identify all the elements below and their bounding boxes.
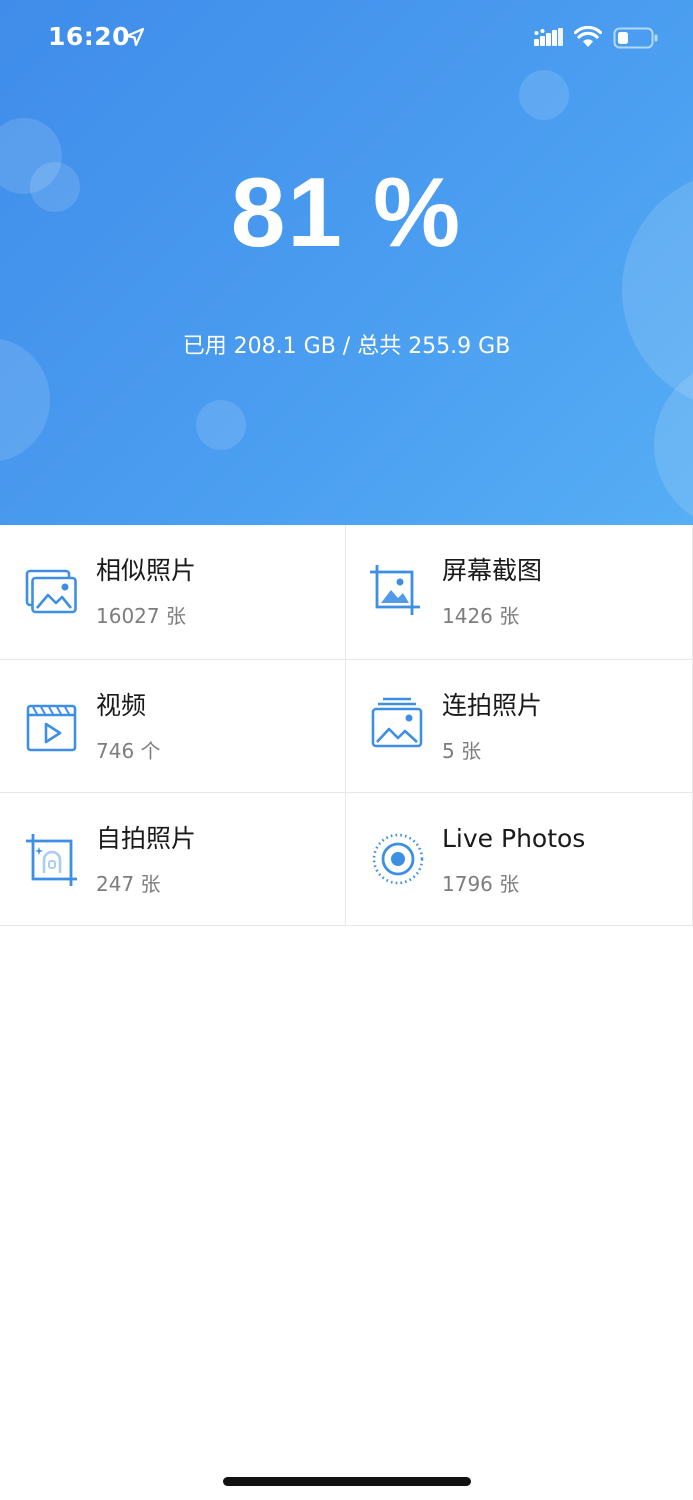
wifi-icon: [574, 26, 602, 47]
category-live-photos[interactable]: Live Photos 1796 张: [346, 793, 693, 925]
burst-photos-icon: [371, 697, 423, 748]
category-burst-photos[interactable]: 连拍照片 5 张: [346, 660, 693, 792]
category-count: 247 张: [96, 872, 161, 896]
video-icon: [26, 704, 77, 752]
screenshot-icon: [370, 565, 420, 615]
live-photos-icon: [372, 833, 424, 885]
location-arrow-icon: [125, 27, 145, 47]
category-similar-photos[interactable]: 相似照片 16027 张: [0, 525, 346, 659]
category-count: 5 张: [442, 739, 482, 763]
storage-usage-text: 已用 208.1 GB / 总共 255.9 GB: [182, 334, 511, 359]
category-count: 746 个: [96, 739, 161, 763]
decor-bubble: [196, 400, 246, 450]
storage-header: 16:20 81 % 已用 208.1 GB / 总共 255.9 GB: [0, 0, 693, 525]
category-row: 自拍照片 247 张 Live Photos 1796 张: [0, 792, 693, 925]
selfie-icon: [26, 834, 77, 886]
category-title: Live Photos: [442, 824, 586, 853]
category-count: 1426 张: [442, 604, 520, 628]
category-screenshots[interactable]: 屏幕截图 1426 张: [346, 525, 693, 659]
category-title: 相似照片: [96, 556, 197, 585]
category-title: 自拍照片: [96, 824, 197, 853]
category-grid: 相似照片 16027 张 屏幕截图 1426 张 视频 746 个 连拍照片 5…: [0, 525, 693, 926]
status-time: 16:20: [48, 22, 131, 51]
status-bar: 16:20: [0, 0, 693, 80]
category-title: 屏幕截图: [442, 556, 543, 585]
category-row: 相似照片 16027 张 屏幕截图 1426 张: [0, 525, 693, 659]
category-title: 视频: [96, 691, 147, 720]
category-videos[interactable]: 视频 746 个: [0, 660, 346, 792]
category-selfies[interactable]: 自拍照片 247 张: [0, 793, 346, 925]
similar-photos-icon: [25, 569, 77, 614]
category-count: 16027 张: [96, 604, 186, 628]
cellular-signal-icon: [534, 28, 563, 46]
category-title: 连拍照片: [442, 691, 543, 720]
battery-icon: [613, 27, 658, 49]
storage-percent: 81 %: [230, 157, 463, 267]
category-row: 视频 746 个 连拍照片 5 张: [0, 659, 693, 792]
home-indicator[interactable]: [223, 1477, 471, 1486]
category-count: 1796 张: [442, 872, 520, 896]
